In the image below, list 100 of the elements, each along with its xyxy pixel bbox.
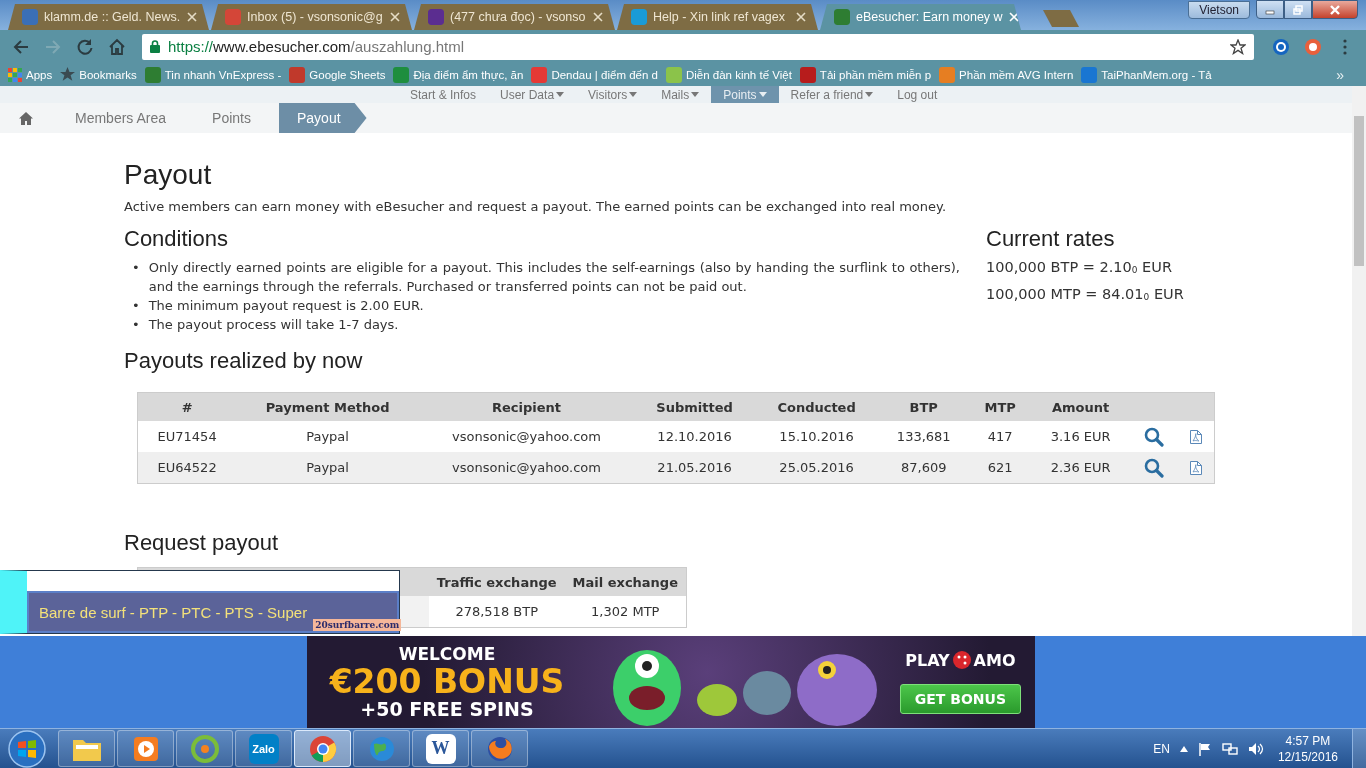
bookmark[interactable]: Phần mềm AVG Intern: [935, 66, 1078, 83]
table-cell: 278,518 BTP: [428, 596, 565, 628]
profile-button[interactable]: Vietson: [1188, 1, 1250, 19]
home-icon[interactable]: [108, 37, 126, 56]
back-icon[interactable]: [12, 37, 30, 56]
close-button[interactable]: [1312, 0, 1358, 19]
nav-item[interactable]: Log out: [885, 86, 950, 103]
site-icon: [22, 9, 38, 25]
caret-icon: [758, 92, 767, 97]
table-cell: Paypal: [236, 421, 419, 452]
minimize-button[interactable]: [1256, 0, 1284, 19]
ad-headline: +50 FREE SPINS: [360, 699, 534, 719]
nav-item[interactable]: Refer a friend: [778, 86, 886, 103]
more-bookmarks-button[interactable]: »: [1332, 66, 1348, 83]
site-icon: [289, 66, 306, 83]
show-desktop-button[interactable]: [1352, 729, 1366, 768]
breadcrumb-link[interactable]: Payout: [278, 103, 367, 133]
site-icon: [799, 66, 816, 83]
play-icon: [131, 734, 160, 763]
ad-banner[interactable]: WELCOME €200 BONUS +50 FREE SPINS PLAY AMO GET BONUS: [307, 636, 1035, 728]
bookmark[interactable]: Tải phần mềm miễn p: [795, 66, 936, 83]
bookmark[interactable]: Google Sheets: [285, 66, 390, 83]
ad-headline: WELCOME: [398, 645, 496, 663]
browser-tab[interactable]: klamm.de :: Geld. News.: [8, 4, 209, 30]
site-icon: [939, 66, 956, 83]
table-cell: 133,681: [878, 421, 970, 452]
chrome-icon: [308, 734, 337, 763]
language-indicator[interactable]: EN: [1153, 741, 1170, 756]
nav-item[interactable]: User Data: [488, 86, 577, 103]
bullet-marker: •: [132, 316, 140, 334]
caret-icon: [865, 92, 874, 97]
browser-icon: [190, 734, 219, 763]
up-arrow-icon[interactable]: [1179, 745, 1188, 752]
lock-icon: [150, 40, 160, 53]
search-icon[interactable]: [1143, 457, 1164, 478]
nav-item[interactable]: Points: [711, 86, 779, 103]
column-header: Amount: [1031, 392, 1131, 421]
pdf-icon[interactable]: [1189, 461, 1202, 476]
nav-item[interactable]: Start & Infos: [398, 86, 489, 103]
site-icon: [428, 9, 444, 25]
column-header: Recipient: [418, 392, 635, 421]
bullet-marker: •: [132, 259, 140, 277]
close-icon[interactable]: [593, 12, 603, 22]
column-header: Traffic exchange: [428, 567, 565, 596]
search-icon[interactable]: [1143, 426, 1164, 447]
bookmark[interactable]: Tin nhanh VnExpress -: [140, 66, 286, 83]
caret-icon: [629, 92, 638, 97]
site-icon: [834, 9, 850, 25]
floating-ad-popup[interactable]: Barre de surf - PTP - PTC - PTS - Super 20surfbarre.com: [0, 570, 400, 634]
extension-icon[interactable]: [1272, 37, 1290, 56]
table-cell: 2.36 EUR: [1031, 452, 1131, 484]
firefox-icon: [485, 734, 514, 763]
site-icon: [1081, 66, 1098, 83]
browser-tab[interactable]: (477 chưa đọc) - vsonso: [414, 4, 615, 30]
close-icon[interactable]: [390, 12, 400, 22]
section-heading: Payouts realized by now: [124, 348, 364, 374]
ad-headline: €200 BONUS: [329, 664, 565, 698]
table-cell: 12.10.2016: [634, 421, 755, 452]
bookmark[interactable]: Dendau | điểm đến d: [527, 66, 662, 83]
globe-icon: [367, 734, 396, 763]
bookmark[interactable]: Apps: [4, 67, 57, 82]
speaker-icon[interactable]: [1247, 741, 1264, 756]
scrollbar[interactable]: [1352, 86, 1366, 636]
ad-site: 20surfbarre.com: [313, 619, 402, 631]
taskbar-app[interactable]: [294, 730, 351, 767]
get-bonus-button[interactable]: GET BONUS: [899, 683, 1021, 714]
browser-tab[interactable]: Help - Xin link ref vagex: [617, 4, 818, 30]
network-icon[interactable]: [1221, 741, 1238, 756]
restore-button[interactable]: [1284, 0, 1312, 19]
start-button[interactable]: [8, 729, 46, 768]
star-icon[interactable]: [1230, 38, 1246, 55]
address-bar[interactable]: https://www.ebesucher.com/auszahlung.html: [142, 33, 1254, 60]
table-cell: 21.05.2016: [634, 452, 755, 484]
bookmark[interactable]: TaiPhanMem.org - Tả: [1077, 66, 1216, 83]
page-title: Payout: [124, 159, 213, 191]
nav-item[interactable]: Mails: [649, 86, 712, 103]
flag-icon[interactable]: [1197, 741, 1212, 756]
bookmark[interactable]: Địa điểm ẩm thực, ăn: [389, 66, 528, 83]
ad-title: Barre de surf - PTP - PTC - PTS - Super: [39, 603, 308, 621]
clock[interactable]: 4:57 PM 12/15/2016: [1273, 732, 1342, 765]
intro-text: Active members can earn money with eBesucher and request a payout. The earned points can be exchanged into real money.: [124, 199, 948, 214]
browser-tab[interactable]: eBesucher: Earn money w: [820, 4, 1021, 30]
browser-tab[interactable]: Inbox (5) - vsonsonic@g: [211, 4, 412, 30]
home-icon: [18, 111, 33, 125]
pdf-icon[interactable]: [1189, 430, 1202, 445]
taskbar-app[interactable]: W: [412, 730, 469, 767]
close-icon[interactable]: [796, 12, 806, 22]
site-icon: [631, 9, 647, 25]
table-cell: 87,609: [878, 452, 970, 484]
extension-icon[interactable]: [1304, 37, 1322, 56]
taskbar-app[interactable]: Zalo: [235, 730, 292, 767]
close-icon: [1329, 4, 1341, 15]
section-heading: Request payout: [124, 530, 280, 556]
bookmark[interactable]: Bookmarks: [56, 67, 141, 82]
close-icon[interactable]: [187, 12, 197, 22]
nav-item[interactable]: Visitors: [576, 86, 650, 103]
bookmark[interactable]: Diễn đàn kinh tế Việt: [661, 66, 796, 83]
table-cell: EU64522: [137, 452, 237, 484]
reload-icon[interactable]: [76, 37, 94, 56]
apps-icon: [8, 67, 22, 82]
